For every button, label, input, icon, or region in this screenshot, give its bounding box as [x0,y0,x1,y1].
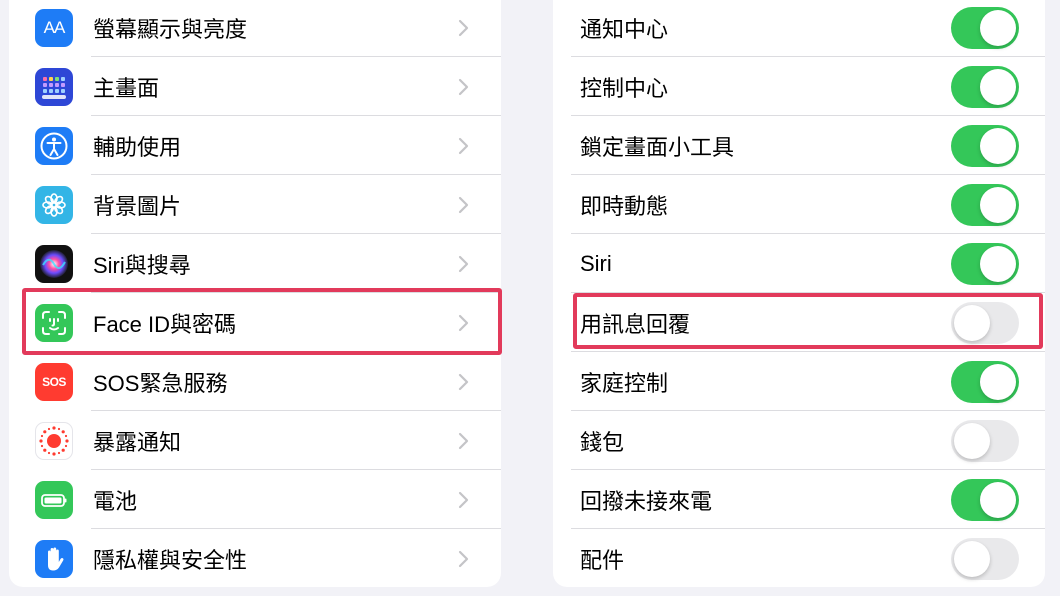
toggle-row-lock-screen-widgets: 鎖定畫面小工具 [553,116,1045,175]
settings-item-label: Siri與搜尋 [93,252,191,278]
toggle-knob [980,127,1016,164]
toggle-knob [980,186,1016,223]
settings-item-label: 電池 [93,488,138,514]
accessories-toggle[interactable] [951,537,1019,580]
sos-icon: SOS [35,362,73,401]
settings-item-siri-search[interactable]: Siri與搜尋 [9,234,501,293]
chevron-right-icon [458,373,469,390]
text-size-icon: AA [35,8,73,47]
settings-item-label: 背景圖片 [93,193,182,219]
home-screen-grid-icon [35,67,73,106]
settings-item-accessibility[interactable]: 輔助使用 [9,116,501,175]
toggle-row-live-activities: 即時動態 [553,175,1045,234]
toggle-row-wallet: 錢包 [553,411,1045,470]
toggle-row-return-missed-calls: 回撥未接來電 [553,470,1045,529]
wallpaper-flower-icon [35,185,73,224]
toggle-knob [980,9,1016,46]
toggle-label: 鎖定畫面小工具 [580,134,735,160]
toggle-label: 錢包 [580,429,625,455]
toggle-knob [980,68,1016,105]
settings-item-label: Face ID與密碼 [93,311,237,337]
settings-item-label: 暴露通知 [93,429,182,455]
toggle-row-control-center: 控制中心 [553,57,1045,116]
chevron-right-icon [458,550,469,567]
settings-item-label: 螢幕顯示與亮度 [93,16,248,42]
toggle-row-notification-center: 通知中心 [553,0,1045,57]
chevron-right-icon [458,255,469,272]
exposure-notification-icon [35,421,73,460]
settings-item-label: 輔助使用 [93,134,182,160]
privacy-hand-icon [35,539,73,578]
settings-item-emergency-sos[interactable]: SOS SOS緊急服務 [9,352,501,411]
settings-item-home-screen[interactable]: 主畫面 [9,57,501,116]
battery-icon [35,480,73,519]
siri-toggle[interactable] [951,242,1019,285]
notification-center-toggle[interactable] [951,6,1019,49]
live-activities-toggle[interactable] [951,183,1019,226]
toggle-label: 控制中心 [580,75,669,101]
settings-item-label: 主畫面 [93,75,160,101]
chevron-right-icon [458,137,469,154]
settings-item-label: SOS緊急服務 [93,370,228,396]
toggle-knob [954,540,990,577]
toggle-label: 即時動態 [580,193,669,219]
chevron-right-icon [458,491,469,508]
toggle-row-siri: Siri [553,234,1045,293]
settings-item-display-brightness[interactable]: AA 螢幕顯示與亮度 [9,0,501,57]
toggle-label: Siri [580,250,612,276]
toggle-label: 配件 [580,547,625,573]
wallet-toggle[interactable] [951,419,1019,462]
toggle-label: 家庭控制 [580,370,669,396]
toggle-knob [954,422,990,459]
reply-with-message-toggle[interactable] [951,301,1019,344]
toggle-row-accessories: 配件 [553,529,1045,587]
settings-item-face-id-passcode[interactable]: Face ID與密碼 [9,293,501,352]
toggle-label: 用訊息回覆 [580,311,691,337]
settings-item-exposure-notifications[interactable]: 暴露通知 [9,411,501,470]
settings-item-label: 隱私權與安全性 [93,547,248,573]
toggle-knob [980,481,1016,518]
siri-icon [35,244,73,283]
settings-item-wallpaper[interactable]: 背景圖片 [9,175,501,234]
toggle-label: 通知中心 [580,16,669,42]
chevron-right-icon [458,78,469,95]
toggle-knob [954,304,990,341]
toggle-row-home-control: 家庭控制 [553,352,1045,411]
face-id-icon [35,303,73,342]
chevron-right-icon [458,432,469,449]
toggle-label: 回撥未接來電 [580,488,713,514]
home-control-toggle[interactable] [951,360,1019,403]
chevron-right-icon [458,196,469,213]
settings-list-card: AA 螢幕顯示與亮度 主畫面 輔助使用 背景圖片 Siri與搜尋 Face ID… [9,0,501,587]
chevron-right-icon [458,19,469,36]
lock-screen-access-card: 通知中心 控制中心 鎖定畫面小工具 即時動態 Siri 用訊息回覆 家庭控制 錢… [553,0,1045,587]
lock-screen-widgets-toggle[interactable] [951,124,1019,167]
chevron-right-icon [458,314,469,331]
settings-item-battery[interactable]: 電池 [9,470,501,529]
control-center-toggle[interactable] [951,65,1019,108]
toggle-knob [980,363,1016,400]
settings-item-privacy-security[interactable]: 隱私權與安全性 [9,529,501,587]
toggle-row-reply-with-message: 用訊息回覆 [553,293,1045,352]
toggle-knob [980,245,1016,282]
accessibility-icon [35,126,73,165]
return-missed-calls-toggle[interactable] [951,478,1019,521]
